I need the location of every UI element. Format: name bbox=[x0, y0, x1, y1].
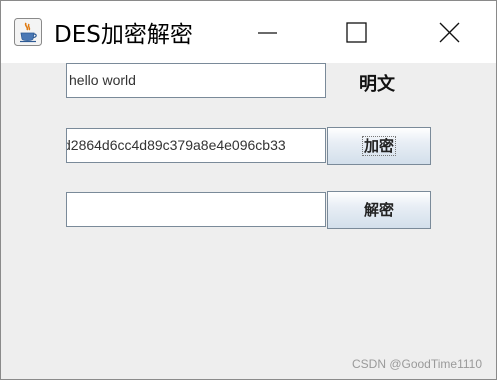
close-icon bbox=[439, 22, 460, 43]
maximize-button[interactable] bbox=[327, 7, 387, 57]
java-cup-icon bbox=[14, 18, 42, 46]
title-bar[interactable]: DES加密解密 bbox=[1, 1, 496, 63]
content-pane: hello world 明文 d2864d6cc4d89c379a8e4e096… bbox=[1, 63, 496, 379]
decrypt-button-label: 解密 bbox=[363, 201, 394, 219]
decrypted-input[interactable] bbox=[66, 192, 326, 227]
maximize-icon bbox=[346, 22, 367, 43]
ciphertext-value: d2864d6cc4d89c379a8e4e096cb33 bbox=[66, 137, 286, 153]
plaintext-input[interactable]: hello world bbox=[66, 63, 326, 98]
close-button[interactable] bbox=[419, 7, 479, 57]
app-window: DES加密解密 hello world 明文 d2864d6cc4d89c379… bbox=[0, 0, 497, 380]
plaintext-label: 明文 bbox=[359, 74, 395, 95]
encrypt-button-label: 加密 bbox=[361, 136, 396, 156]
minimize-icon bbox=[258, 32, 277, 34]
encrypt-button[interactable]: 加密 bbox=[327, 127, 431, 165]
watermark: CSDN @GoodTime1110 bbox=[351, 357, 482, 371]
window-title: DES加密解密 bbox=[54, 22, 193, 48]
decrypt-button[interactable]: 解密 bbox=[327, 191, 431, 229]
ciphertext-input[interactable]: d2864d6cc4d89c379a8e4e096cb33 bbox=[66, 128, 326, 163]
minimize-button[interactable] bbox=[237, 7, 297, 57]
